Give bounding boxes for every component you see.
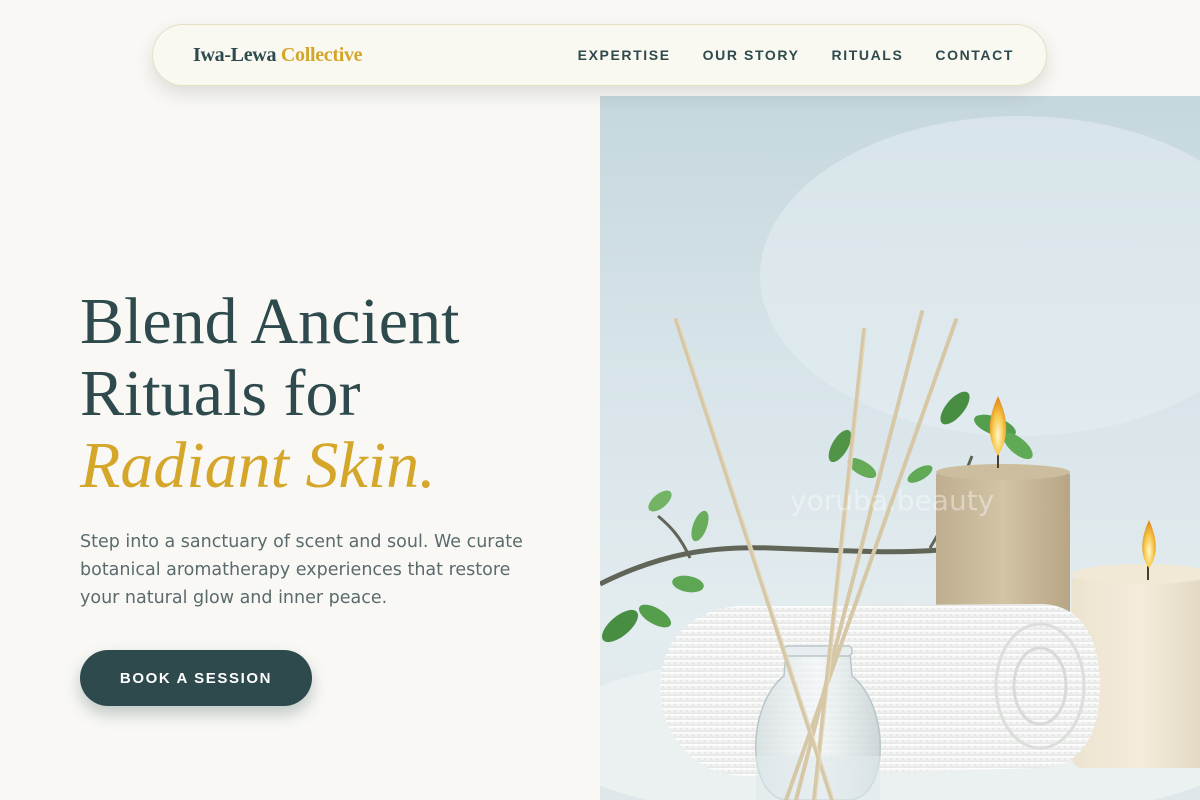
hero-title-accent: Radiant Skin. [80,429,436,502]
nav-link-expertise[interactable]: EXPERTISE [578,47,671,63]
hero-title: Blend Ancient Rituals for Radiant Skin. [80,286,459,502]
main-nav: EXPERTISE OUR STORY RITUALS CONTACT [578,47,1014,63]
nav-link-rituals[interactable]: RITUALS [832,47,904,63]
hero-title-line-2: Rituals for [80,357,361,430]
image-watermark: yoruba.beauty [790,484,994,517]
nav-link-our-story[interactable]: OUR STORY [703,47,800,63]
hero-image: yoruba.beauty [600,96,1200,800]
brand-name-primary: Iwa-Lewa [193,43,277,66]
book-session-button[interactable]: BOOK A SESSION [80,650,312,706]
nav-link-contact[interactable]: CONTACT [935,47,1014,63]
site-header: Iwa-Lewa Collective EXPERTISE OUR STORY … [152,24,1047,86]
hero-title-line-1: Blend Ancient [80,285,460,358]
brand-logo[interactable]: Iwa-Lewa Collective [193,43,363,67]
brand-name-accent: Collective [280,43,363,66]
hero-description: Step into a sanctuary of scent and soul.… [80,532,523,608]
